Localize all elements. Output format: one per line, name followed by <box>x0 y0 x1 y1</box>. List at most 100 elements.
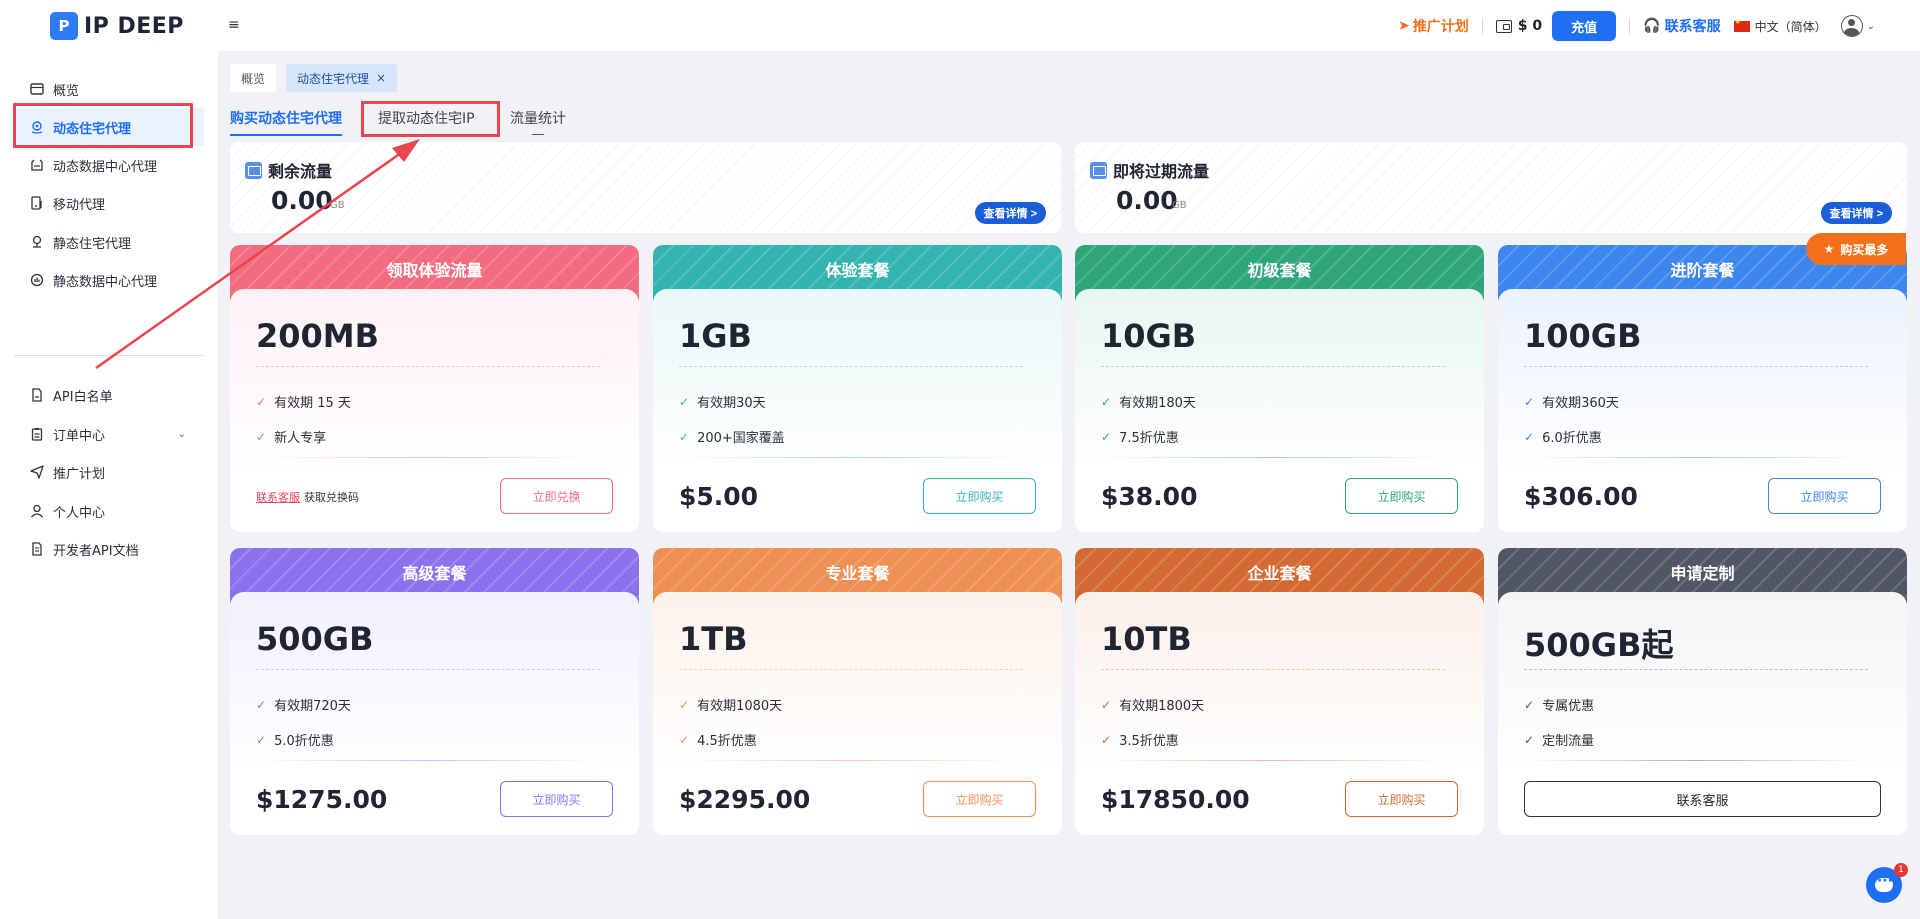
buy-now-button[interactable]: 立即购买 <box>1345 478 1458 514</box>
package-card: 申请定制 500GB起 ✓ 专属优惠 ✓ 定制流量 联系客服 <box>1498 548 1907 835</box>
buy-now-button[interactable]: 立即购买 <box>923 781 1036 817</box>
package-body: 1TB ✓ 有效期1080天 ✓ 4.5折优惠 $2295.00 立即购买 <box>653 592 1062 835</box>
divider <box>1524 366 1868 367</box>
package-size: 200MB <box>256 317 380 355</box>
redeem-button[interactable]: 立即兑换 <box>500 478 613 514</box>
package-feature: ✓ 新人专享 <box>256 429 327 447</box>
expiring-details-button[interactable]: 查看详情 > <box>1820 202 1892 224</box>
support-link[interactable]: 🎧 联系客服 <box>1643 16 1720 36</box>
package-feature: ✓ 5.0折优惠 <box>256 732 334 750</box>
sidebar-item-static-datacenter[interactable]: 静态数据中心代理 <box>14 261 204 299</box>
package-size: 1GB <box>679 317 752 355</box>
check-icon: ✓ <box>256 697 267 712</box>
package-size: 100GB <box>1524 317 1642 355</box>
recharge-button[interactable]: 充值 <box>1552 11 1617 41</box>
promo-link[interactable]: ➤ 推广计划 <box>1398 16 1469 36</box>
package-size: 10GB <box>1101 317 1197 355</box>
package-price: $5.00 <box>679 482 759 511</box>
check-icon: ✓ <box>679 394 690 409</box>
sidebar-item-dynamic-datacenter[interactable]: 动态数据中心代理 <box>14 146 204 184</box>
buy-now-button[interactable]: 立即购买 <box>923 478 1036 514</box>
expiring-flow-title: 即将过期流量 <box>1090 158 1209 182</box>
sidebar-item-api-whitelist[interactable]: API白名单 <box>14 376 204 414</box>
package-size: 10TB <box>1101 620 1192 658</box>
package-body: 500GB ✓ 有效期720天 ✓ 5.0折优惠 $1275.00 立即购买 <box>230 592 639 835</box>
package-feature: ✓ 有效期 15 天 <box>256 394 351 412</box>
divider <box>1101 669 1445 670</box>
package-card: 高级套餐 500GB ✓ 有效期720天 ✓ 5.0折优惠 $1275.00 立即购买 <box>230 548 639 835</box>
package-size: 500GB起 <box>1524 626 1674 664</box>
menu-toggle-icon[interactable]: ≡ <box>228 17 242 33</box>
logo[interactable]: P IP DEEP <box>50 11 184 41</box>
highlight-box <box>13 103 193 148</box>
package-card: 专业套餐 1TB ✓ 有效期1080天 ✓ 4.5折优惠 $2295.00 立即购买 <box>653 548 1062 835</box>
buy-now-button[interactable]: 立即购买 <box>1768 478 1881 514</box>
chat-button[interactable]: 1 <box>1866 863 1908 903</box>
tab-traffic-stats[interactable]: 流量统计 <box>510 108 566 135</box>
divider <box>1101 457 1445 458</box>
package-feature: ✓ 有效期30天 <box>679 394 766 412</box>
package-feature: ✓ 有效期180天 <box>1101 394 1196 412</box>
brand-name: IP DEEP <box>84 13 184 39</box>
buy-now-button[interactable]: 立即购买 <box>1345 781 1458 817</box>
sidebar-item-developer-api[interactable]: 开发者API文档 <box>14 530 204 568</box>
remaining-flow-card: 剩余流量 0.00 GB 查看详情 > <box>230 142 1061 233</box>
avatar[interactable] <box>1840 15 1863 37</box>
logo-mark-icon: P <box>50 12 78 40</box>
check-icon: ✓ <box>1101 697 1112 712</box>
sidebar-item-static-residential[interactable]: 静态住宅代理 <box>14 223 204 261</box>
check-icon: ✓ <box>1524 429 1535 444</box>
chevron-down-icon[interactable]: ⌄ <box>1867 21 1875 32</box>
pin-icon <box>30 235 44 249</box>
file-icon <box>30 542 44 556</box>
sidebar-item-mobile[interactable]: 移动代理 <box>14 184 204 222</box>
user-icon <box>30 504 44 518</box>
traffic-icon <box>245 161 262 179</box>
datacenter-icon <box>30 158 44 172</box>
tag-overview[interactable]: 概览 <box>230 64 277 92</box>
header-actions: ➤ 推广计划 $ 0 充值 🎧 联系客服 中文（简体） ⌄ <box>1398 10 1875 42</box>
package-body: 1GB ✓ 有效期30天 ✓ 200+国家覆盖 $5.00 立即购买 <box>653 289 1062 532</box>
package-card: 进阶套餐 100GB ✓ 有效期360天 ✓ 6.0折优惠 $306.00 立即购买 <box>1498 245 1907 532</box>
contact-support-link[interactable]: 联系客服 <box>256 491 300 504</box>
sidebar-item-profile[interactable]: 个人中心 <box>14 492 204 530</box>
package-feature: ✓ 3.5折优惠 <box>1101 732 1179 750</box>
package-feature: ✓ 有效期1800天 <box>1101 697 1205 715</box>
package-feature: ✓ 有效期1080天 <box>679 697 783 715</box>
buy-now-button[interactable]: 立即购买 <box>500 781 613 817</box>
package-size: 1TB <box>679 620 748 658</box>
notification-badge: 1 <box>1894 863 1908 877</box>
document-icon <box>30 388 44 402</box>
package-feature: ✓ 7.5折优惠 <box>1101 429 1179 447</box>
mobile-icon <box>30 196 44 210</box>
sidebar-item-orders[interactable]: 订单中心 ⌄ <box>14 415 204 453</box>
package-feature: ✓ 有效期360天 <box>1524 394 1619 412</box>
sidebar-item-promotion[interactable]: 推广计划 <box>14 453 204 491</box>
flow-unit: GB <box>330 200 345 211</box>
divider <box>1101 760 1445 761</box>
check-icon: ✓ <box>679 732 690 747</box>
tab-buy[interactable]: 购买动态住宅代理 <box>230 108 342 136</box>
divider <box>256 457 600 458</box>
contact-support-button[interactable]: 联系客服 <box>1524 781 1881 817</box>
tag-dynamic-residential[interactable]: 动态住宅代理 × <box>286 64 398 92</box>
package-feature: ✓ 专属优惠 <box>1524 697 1595 715</box>
divider <box>1629 18 1631 34</box>
check-icon: ✓ <box>1524 394 1535 409</box>
package-price: $306.00 <box>1524 482 1638 511</box>
remaining-details-button[interactable]: 查看详情 > <box>974 202 1046 224</box>
package-price: $17850.00 <box>1101 785 1250 814</box>
package-feature: ✓ 4.5折优惠 <box>679 732 757 750</box>
divider <box>679 366 1023 367</box>
overview-icon <box>30 82 44 96</box>
language-switcher[interactable]: 中文（简体） <box>1733 18 1827 35</box>
close-icon[interactable]: × <box>376 71 386 85</box>
chart-icon <box>30 273 44 287</box>
traffic-icon <box>1090 161 1107 179</box>
check-icon: ✓ <box>1101 394 1112 409</box>
divider <box>256 669 600 670</box>
package-feature: ✓ 200+国家覆盖 <box>679 429 785 447</box>
check-icon: ✓ <box>256 429 267 444</box>
package-body: 10GB ✓ 有效期180天 ✓ 7.5折优惠 $38.00 立即购买 <box>1075 289 1484 532</box>
divider <box>1101 366 1445 367</box>
